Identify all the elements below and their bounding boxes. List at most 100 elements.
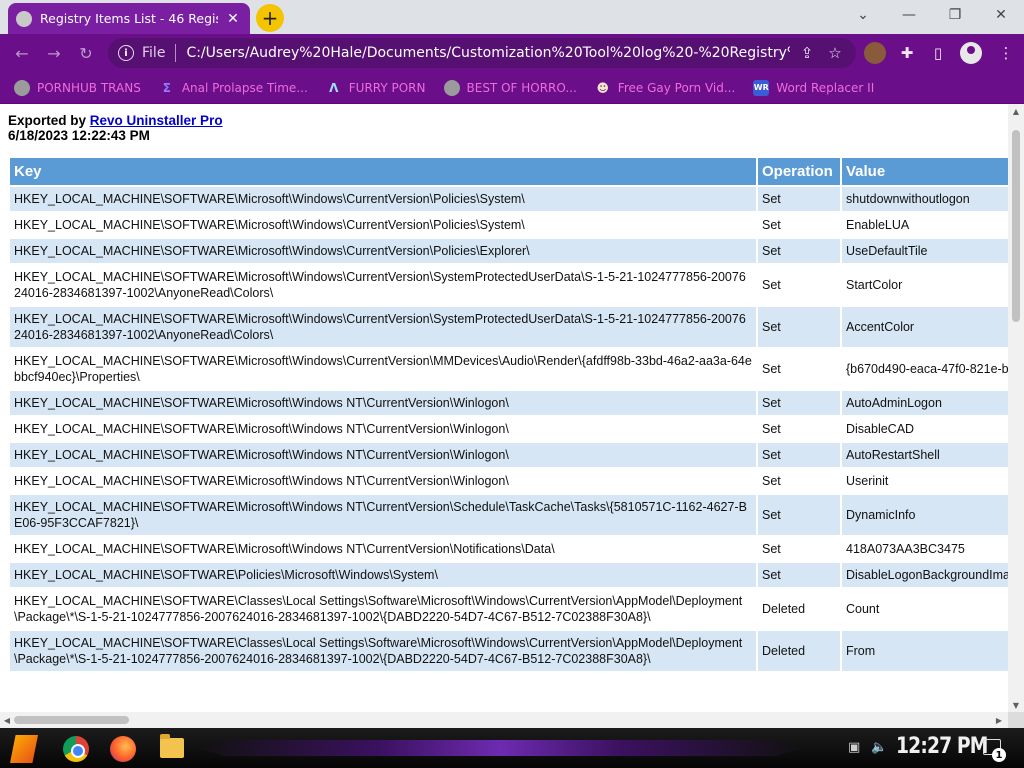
registry-key-cell: HKEY_LOCAL_MACHINE\SOFTWARE\Policies\Mic… [10,563,756,587]
table-row: HKEY_LOCAL_MACHINE\SOFTWARE\Microsoft\Wi… [10,307,1008,347]
value-cell: DisableLogonBackgroundImage [842,563,1008,587]
network-icon[interactable]: ▣ [848,740,860,755]
column-header-key: Key [10,158,756,185]
wr-icon: WR [753,79,770,96]
volume-icon[interactable]: 🔈 [871,740,887,755]
operation-cell: Set [758,391,840,415]
bookmark-label: PORNHUB TRANS [37,80,141,95]
value-cell: Userinit [842,469,1008,493]
notification-count-badge: 1 [992,748,1006,762]
registry-key-cell: HKEY_LOCAL_MACHINE\SOFTWARE\Microsoft\Wi… [10,265,756,305]
table-row: HKEY_LOCAL_MACHINE\SOFTWARE\Microsoft\Wi… [10,349,1008,389]
bookmark-star-icon[interactable]: ☆ [824,42,846,64]
bookmark-item[interactable]: BEST OF HORRO... [443,79,577,96]
registry-key-cell: HKEY_LOCAL_MACHINE\SOFTWARE\Microsoft\Wi… [10,349,756,389]
registry-key-cell: HKEY_LOCAL_MACHINE\SOFTWARE\Microsoft\Wi… [10,537,756,561]
side-panel-icon[interactable]: ▯ [927,42,949,64]
profile-avatar-icon[interactable] [960,42,982,64]
scrollbar-corner [1008,712,1024,728]
bookmark-label: Anal Prolapse Time... [181,80,308,95]
forward-arrow-icon[interactable]: → [42,41,66,65]
browser-toolbar: ← → ↻ i File C:/Users/Audrey%20Hale/Docu… [0,34,1024,72]
scroll-left-arrow-icon[interactable]: ◀ [0,712,14,728]
registry-key-cell: HKEY_LOCAL_MACHINE\SOFTWARE\Microsoft\Wi… [10,417,756,441]
share-icon[interactable]: ⇪ [796,42,818,64]
windows-taskbar: ▣ 🔈 12:27 PM 1 [0,728,1024,768]
operation-cell: Set [758,537,840,561]
address-separator [175,44,177,62]
column-header-operation: Operation [758,158,840,185]
close-tab-icon[interactable]: ✕ [224,11,242,27]
value-cell: AccentColor [842,307,1008,347]
value-cell: DisableCAD [842,417,1008,441]
operation-cell: Deleted [758,589,840,629]
operation-cell: Set [758,239,840,263]
back-arrow-icon[interactable]: ← [10,41,34,65]
value-cell: Count [842,589,1008,629]
mascot-icon: ☻ [596,80,610,95]
table-row: HKEY_LOCAL_MACHINE\SOFTWARE\Microsoft\Wi… [10,187,1008,211]
registry-key-cell: HKEY_LOCAL_MACHINE\SOFTWARE\Microsoft\Wi… [10,443,756,467]
table-row: HKEY_LOCAL_MACHINE\SOFTWARE\Microsoft\Wi… [10,213,1008,237]
chrome-taskbar-icon[interactable] [63,736,89,762]
file-explorer-taskbar-icon[interactable] [160,734,184,758]
scroll-down-arrow-icon[interactable]: ▼ [1008,698,1024,712]
extension-avatar-icon[interactable] [864,42,886,64]
restore-icon[interactable]: ❐ [941,4,969,26]
horizontal-scroll-thumb[interactable] [14,716,129,724]
registry-key-cell: HKEY_LOCAL_MACHINE\SOFTWARE\Microsoft\Wi… [10,213,756,237]
globe-icon [16,10,32,27]
operation-cell: Set [758,307,840,347]
export-header: Exported by Revo Uninstaller Pro 6/18/20… [8,113,223,143]
registry-key-cell: HKEY_LOCAL_MACHINE\SOFTWARE\Microsoft\Wi… [10,469,756,493]
table-row: HKEY_LOCAL_MACHINE\SOFTWARE\Microsoft\Wi… [10,537,1008,561]
tab-search-icon[interactable]: ⌄ [849,4,877,26]
scroll-up-arrow-icon[interactable]: ▲ [1008,104,1024,118]
table-row: HKEY_LOCAL_MACHINE\SOFTWARE\Microsoft\Wi… [10,443,1008,467]
value-cell: From [842,631,1008,671]
registry-key-cell: HKEY_LOCAL_MACHINE\SOFTWARE\Microsoft\Wi… [10,239,756,263]
table-row: HKEY_LOCAL_MACHINE\SOFTWARE\Microsoft\Wi… [10,495,1008,535]
tab-title: Registry Items List - 46 Registry Items [40,11,218,26]
address-bar[interactable]: i File C:/Users/Audrey%20Hale/Documents/… [108,38,856,68]
lambda-icon: Λ [329,80,339,95]
registry-key-cell: HKEY_LOCAL_MACHINE\SOFTWARE\Classes\Loca… [10,631,756,671]
taskbar-clock[interactable]: 12:27 PM [896,734,988,759]
export-timestamp: 6/18/2023 12:22:43 PM [8,128,150,143]
globe-icon [14,79,30,96]
scroll-right-arrow-icon[interactable]: ▶ [992,712,1006,728]
registry-key-cell: HKEY_LOCAL_MACHINE\SOFTWARE\Microsoft\Wi… [10,391,756,415]
operation-cell: Deleted [758,631,840,671]
minimize-icon[interactable]: — [895,4,923,26]
bookmark-item[interactable]: ☻ Free Gay Porn Vid... [595,80,736,96]
bookmark-item[interactable]: WR Word Replacer II [753,79,875,96]
table-row: HKEY_LOCAL_MACHINE\SOFTWARE\Microsoft\Wi… [10,239,1008,263]
bookmark-item[interactable]: Λ FURRY PORN [326,80,425,96]
bookmark-label: Free Gay Porn Vid... [617,80,736,95]
vertical-scrollbar[interactable]: ▲ ▼ [1008,104,1024,712]
bookmark-item[interactable]: PORNHUB TRANS [14,79,141,96]
registry-table: Key Operation Value HKEY_LOCAL_MACHINE\S… [8,156,1008,673]
bookmark-item[interactable]: Σ Anal Prolapse Time... [159,80,308,96]
firefox-taskbar-icon[interactable] [110,736,136,762]
url-scheme-label: File [142,45,166,61]
registry-key-cell: HKEY_LOCAL_MACHINE\SOFTWARE\Microsoft\Wi… [10,307,756,347]
bookmarks-bar: PORNHUB TRANS Σ Anal Prolapse Time... Λ … [0,72,1024,104]
operation-cell: Set [758,187,840,211]
vertical-scroll-thumb[interactable] [1012,130,1020,322]
active-tab[interactable]: Registry Items List - 46 Registry Items … [8,3,250,34]
operation-cell: Set [758,213,840,237]
puzzle-extensions-icon[interactable]: ✚ [896,42,918,64]
url-text[interactable]: C:/Users/Audrey%20Hale/Documents/Customi… [186,45,790,61]
close-window-icon[interactable]: ✕ [987,4,1015,26]
horizontal-scrollbar[interactable]: ◀ ▶ [0,712,1008,728]
bookmark-label: Word Replacer II [776,80,875,95]
info-icon[interactable]: i [118,45,134,61]
start-menu-icon[interactable] [10,735,38,763]
menu-kebab-icon[interactable]: ⋮ [995,42,1017,64]
revo-uninstaller-link[interactable]: Revo Uninstaller Pro [90,113,223,128]
table-row: HKEY_LOCAL_MACHINE\SOFTWARE\Microsoft\Wi… [10,417,1008,441]
new-tab-button[interactable]: + [256,4,284,32]
operation-cell: Set [758,469,840,493]
reload-icon[interactable]: ↻ [74,41,98,65]
